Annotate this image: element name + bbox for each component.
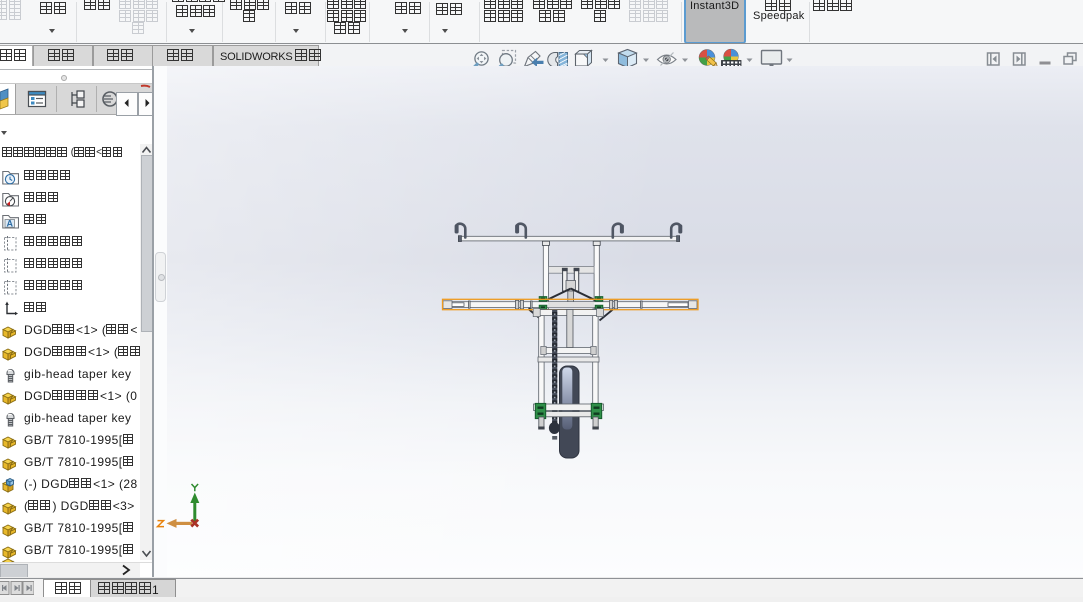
svg-text:A: A bbox=[7, 219, 14, 229]
